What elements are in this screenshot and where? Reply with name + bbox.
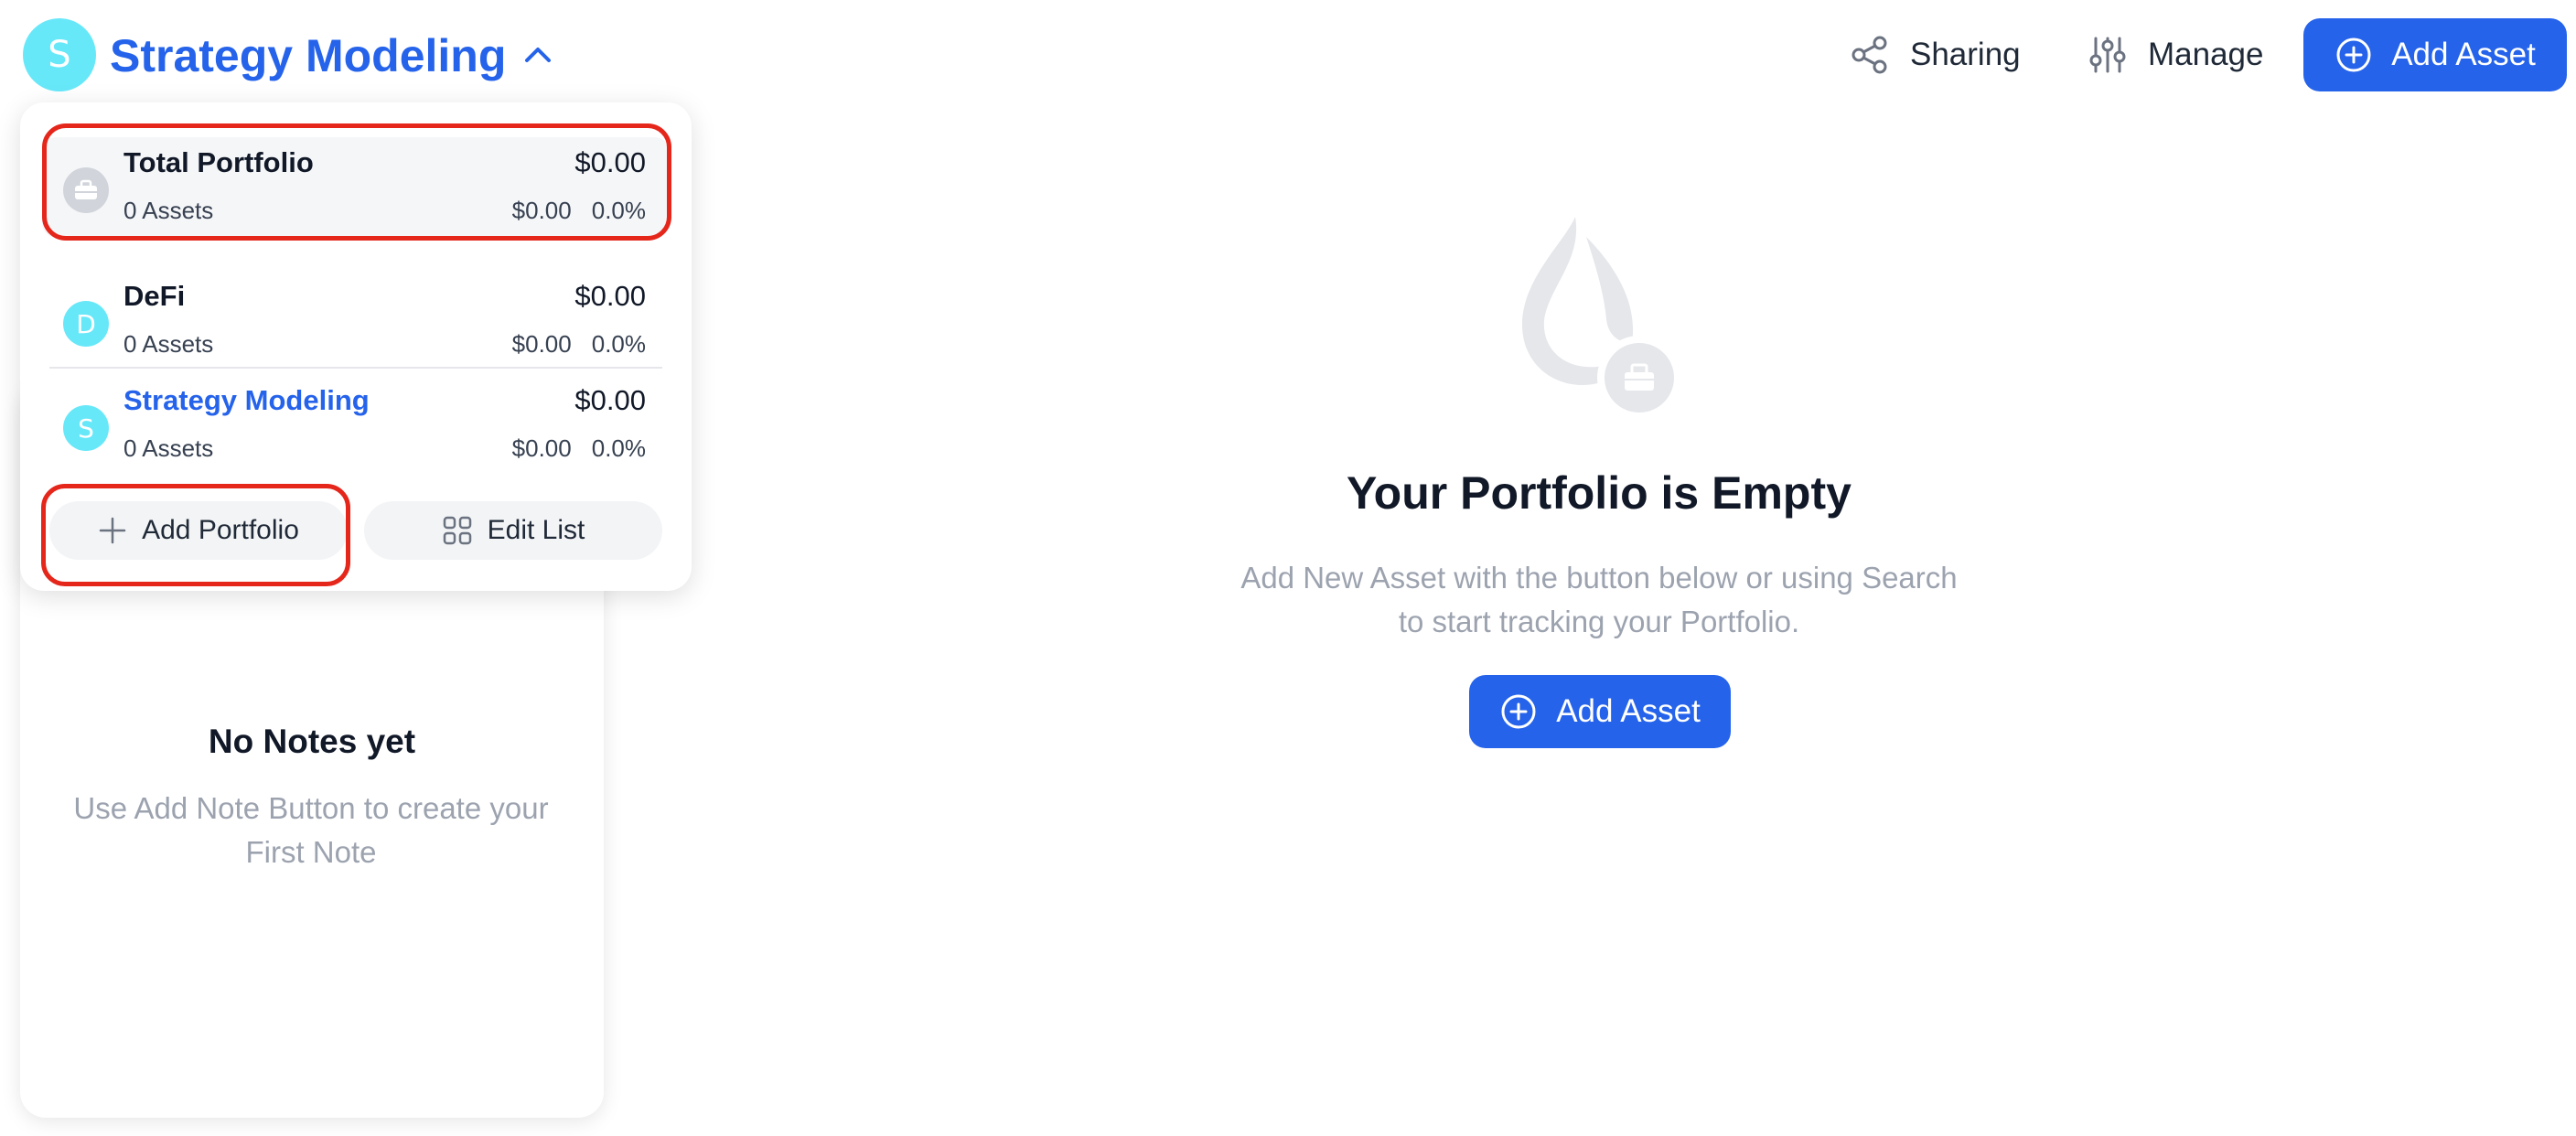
change-value: $0.00 [511,330,572,358]
sliders-icon [2089,37,2126,73]
change-percent: 0.0% [591,434,646,462]
portfolio-title[interactable]: Strategy Modeling [110,24,506,88]
chevron-up-icon[interactable] [521,40,554,68]
portfolio-value: $0.00 [574,146,646,178]
add-asset-button-center[interactable]: Add Asset [1469,675,1731,748]
change-value: $0.00 [511,434,572,462]
portfolio-avatar: D [63,301,109,347]
portfolio-asset-count: 0 Assets [123,330,214,358]
add-portfolio-label: Add Portfolio [142,515,299,545]
portfolio-asset-count: 0 Assets [123,197,214,224]
empty-state-title: Your Portfolio is Empty [1347,467,1852,519]
manage-label: Manage [2148,37,2264,72]
change-percent: 0.0% [591,197,646,224]
portfolio-asset-count: 0 Assets [123,434,214,462]
portfolio-avatar[interactable]: S [23,18,96,91]
portfolio-name: DeFi [123,280,186,312]
empty-portfolio-icon [1522,217,1681,420]
portfolio-change: $0.00 0.0% [512,188,646,232]
change-percent: 0.0% [591,330,646,358]
sharing-button[interactable]: Sharing [1850,20,2021,90]
add-asset-label: Add Asset [1556,693,1701,729]
notes-empty-description: Use Add Note Button to create your First… [73,791,549,869]
portfolio-change: $0.00 0.0% [512,322,646,366]
plus-circle-icon [1501,694,1536,729]
divider [49,367,662,369]
grid-icon [443,516,471,545]
plus-circle-icon [2336,38,2371,72]
add-asset-button[interactable]: Add Asset [2303,18,2567,91]
share-icon [1852,36,1887,74]
add-portfolio-button[interactable]: Add Portfolio [49,501,348,560]
plus-icon [99,517,126,544]
empty-state-description: Add New Asset with the button below or u… [1240,561,1958,638]
add-asset-label: Add Asset [2391,37,2536,72]
edit-list-label: Edit List [487,515,585,545]
portfolio-item-strategy-modeling[interactable]: S Strategy Modeling $0.00 0 Assets $0.00… [20,375,692,476]
manage-button[interactable]: Manage [2088,20,2263,90]
portfolio-item-total[interactable]: Total Portfolio $0.00 0 Assets $0.00 0.0% [20,137,692,238]
change-value: $0.00 [511,197,572,224]
portfolio-dropdown: Total Portfolio $0.00 0 Assets $0.00 0.0%… [20,102,692,591]
portfolio-name: Total Portfolio [123,146,314,178]
portfolio-change: $0.00 0.0% [512,426,646,470]
sharing-label: Sharing [1910,37,2021,72]
notes-empty-title: No Notes yet [208,723,416,760]
portfolio-value: $0.00 [574,280,646,312]
portfolio-name: Strategy Modeling [123,384,370,416]
portfolio-item-defi[interactable]: D DeFi $0.00 0 Assets $0.00 0.0% [20,271,692,371]
portfolio-avatar: S [63,405,109,451]
edit-list-button[interactable]: Edit List [364,501,662,560]
briefcase-icon [63,167,109,213]
portfolio-value: $0.00 [574,384,646,416]
